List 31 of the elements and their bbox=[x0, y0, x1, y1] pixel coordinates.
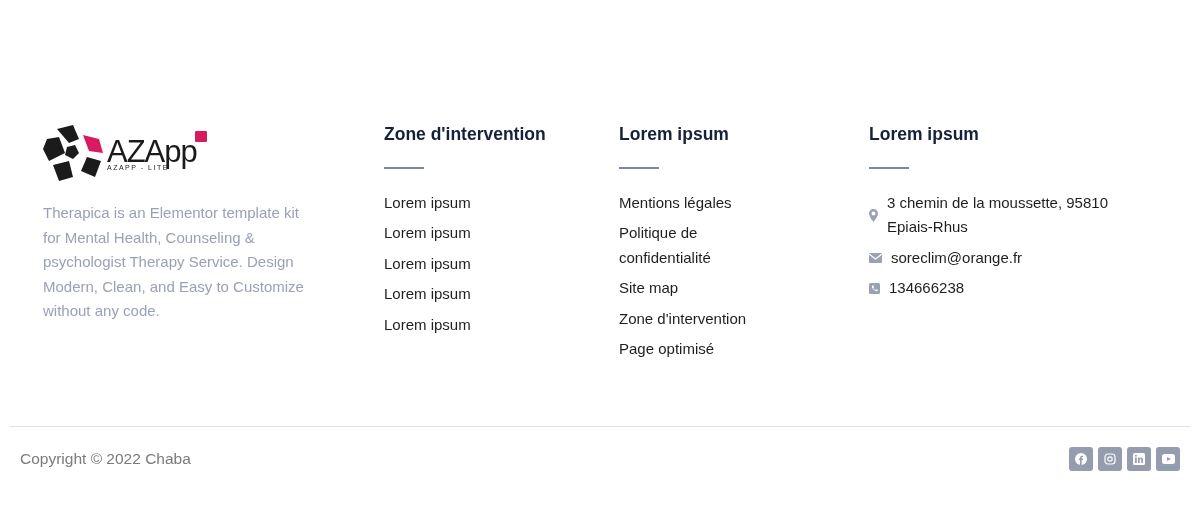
linkedin-button[interactable] bbox=[1127, 447, 1151, 471]
footer-link[interactable]: Lorem ipsum bbox=[384, 282, 534, 307]
footer-link[interactable]: Lorem ipsum bbox=[384, 221, 534, 246]
instagram-button[interactable] bbox=[1098, 447, 1122, 471]
footer-link[interactable]: Lorem ipsum bbox=[384, 312, 534, 337]
youtube-button[interactable] bbox=[1156, 447, 1180, 471]
instagram-icon bbox=[1104, 453, 1116, 465]
footer-link[interactable]: Zone d'intervention bbox=[619, 306, 769, 331]
footer-link[interactable]: Mentions légales bbox=[619, 190, 769, 215]
footer-link[interactable]: Lorem ipsum bbox=[384, 251, 534, 276]
youtube-icon bbox=[1161, 454, 1175, 464]
column-heading: Zone d'intervention bbox=[384, 123, 546, 145]
facebook-button[interactable] bbox=[1069, 447, 1093, 471]
column-heading: Lorem ipsum bbox=[869, 123, 979, 145]
logo-mark-icon bbox=[43, 125, 105, 183]
contact-text: soreclim@orange.fr bbox=[891, 247, 1024, 268]
envelope-icon bbox=[869, 252, 882, 263]
footer-link[interactable]: Lorem ipsum bbox=[384, 190, 534, 215]
brand-description: Therapica is an Elementor template kit for Mental Health, Counseling & psychologist Therapy Service. Design Modern, Clean, and Easy to Customize without any code. bbox=[43, 203, 305, 321]
facebook-icon bbox=[1075, 453, 1087, 465]
copyright-text: Copyright © 2022 Chaba bbox=[20, 450, 191, 468]
phone-icon bbox=[869, 282, 880, 294]
footer-link[interactable]: Politique de confidentialité bbox=[619, 221, 769, 270]
column-heading: Lorem ipsum bbox=[619, 123, 729, 145]
linkedin-icon bbox=[1133, 453, 1145, 465]
footer-link[interactable]: Site map bbox=[619, 276, 769, 301]
badge-icon bbox=[195, 131, 207, 142]
footer-link[interactable]: Page optimisé bbox=[619, 337, 769, 362]
location-pin-icon bbox=[869, 208, 878, 222]
contact-text: 134666238 bbox=[889, 278, 966, 298]
logo-text: AZApp bbox=[107, 136, 197, 167]
